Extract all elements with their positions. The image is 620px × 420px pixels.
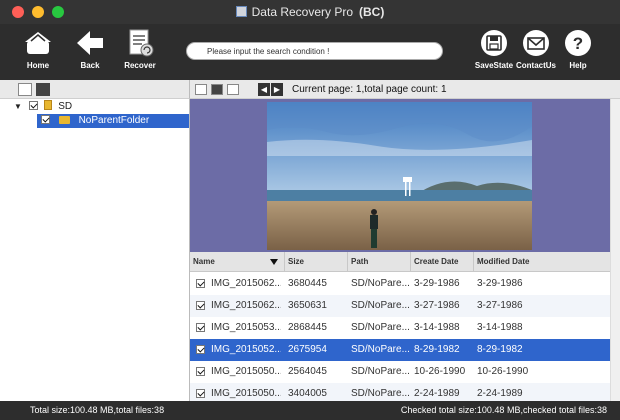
table-row[interactable]: IMG_2015062... 3680445 SD/NoPare... 3-29… xyxy=(190,273,610,295)
recover-button[interactable]: Recover xyxy=(115,28,165,70)
expand-arrow-icon[interactable]: ▼ xyxy=(14,102,22,111)
column-header-size[interactable]: Size xyxy=(284,252,347,272)
help-button[interactable]: ? Help xyxy=(553,28,603,70)
photo-preview xyxy=(267,102,532,250)
home-icon xyxy=(25,32,51,54)
tree-item-sd[interactable]: ▼ SD xyxy=(14,100,72,114)
row-checkbox[interactable] xyxy=(196,345,205,354)
toolbar: Home Back Recover SaveState xyxy=(0,24,620,80)
checked-size-status: Checked total size:100.48 MB,checked tot… xyxy=(400,405,607,415)
list-view-icon[interactable] xyxy=(211,84,223,95)
table-row[interactable]: IMG_2015050... 2564045 SD/NoPare... 10-2… xyxy=(190,361,610,383)
folder-tree: ▼ SD NoParentFolder xyxy=(0,99,190,401)
next-page-button[interactable]: ▶ xyxy=(271,83,283,96)
file-table: Name Size Path Create Date Modified Date… xyxy=(190,252,610,401)
home-button[interactable]: Home xyxy=(13,28,63,70)
row-checkbox[interactable] xyxy=(196,367,205,376)
sd-card-icon xyxy=(44,100,53,110)
status-bar: Total size:100.48 MB,total files:38 Chec… xyxy=(0,401,620,420)
back-arrow-icon xyxy=(77,31,103,55)
preview-pane xyxy=(190,99,610,252)
sort-descending-icon xyxy=(270,259,278,265)
row-checkbox[interactable] xyxy=(196,301,205,310)
column-header-path[interactable]: Path xyxy=(347,252,410,272)
row-checkbox[interactable] xyxy=(196,323,205,332)
tree-item-checkbox[interactable] xyxy=(41,115,50,124)
table-row[interactable]: IMG_2015050... 3404005 SD/NoPare... 2-24… xyxy=(190,383,610,401)
envelope-icon xyxy=(523,30,549,56)
column-header-create-date[interactable]: Create Date xyxy=(410,252,473,272)
total-size-status: Total size:100.48 MB,total files:38 xyxy=(30,405,165,415)
preview-view-icon[interactable] xyxy=(227,84,239,95)
page-info: Current page: 1,total page count: 1 xyxy=(292,84,447,95)
back-button[interactable]: Back xyxy=(65,28,115,70)
view-mode-bar: ◀ ▶ Current page: 1,total page count: 1 xyxy=(190,80,620,99)
column-header-name[interactable]: Name xyxy=(190,252,284,272)
tree-item-noparentfolder[interactable]: NoParentFolder xyxy=(37,114,189,128)
window-title: Data Recovery Pro (BC) xyxy=(0,5,620,19)
folder-icon xyxy=(58,116,70,124)
prev-page-button[interactable]: ◀ xyxy=(258,83,270,96)
tree-view-bar xyxy=(0,80,190,99)
recover-icon xyxy=(129,29,154,57)
table-row[interactable]: IMG_2015053... 2868445 SD/NoPare... 3-14… xyxy=(190,317,610,339)
row-checkbox[interactable] xyxy=(196,389,205,398)
app-icon xyxy=(235,6,247,17)
tree-item-checkbox[interactable] xyxy=(28,101,38,110)
title-bar: Data Recovery Pro (BC) xyxy=(0,0,620,24)
tree-view-toggle-icon[interactable] xyxy=(18,83,32,96)
floppy-disk-icon xyxy=(481,30,507,56)
column-header-modified-date[interactable]: Modified Date xyxy=(473,252,610,272)
row-checkbox[interactable] xyxy=(196,279,205,288)
question-icon: ? xyxy=(565,30,591,56)
beach-photo xyxy=(267,102,532,250)
table-row[interactable]: IMG_2015062... 3650631 SD/NoPare... 3-27… xyxy=(190,295,610,317)
table-header: Name Size Path Create Date Modified Date xyxy=(190,252,610,272)
vertical-scrollbar[interactable] xyxy=(610,99,620,401)
list-view-toggle-icon[interactable] xyxy=(36,83,50,96)
grid-view-icon[interactable] xyxy=(195,84,207,95)
svg-text:?: ? xyxy=(573,34,583,53)
search-input[interactable] xyxy=(186,42,443,60)
table-row-selected[interactable]: IMG_2015052... 2675954 SD/NoPare... 8-29… xyxy=(190,339,610,361)
